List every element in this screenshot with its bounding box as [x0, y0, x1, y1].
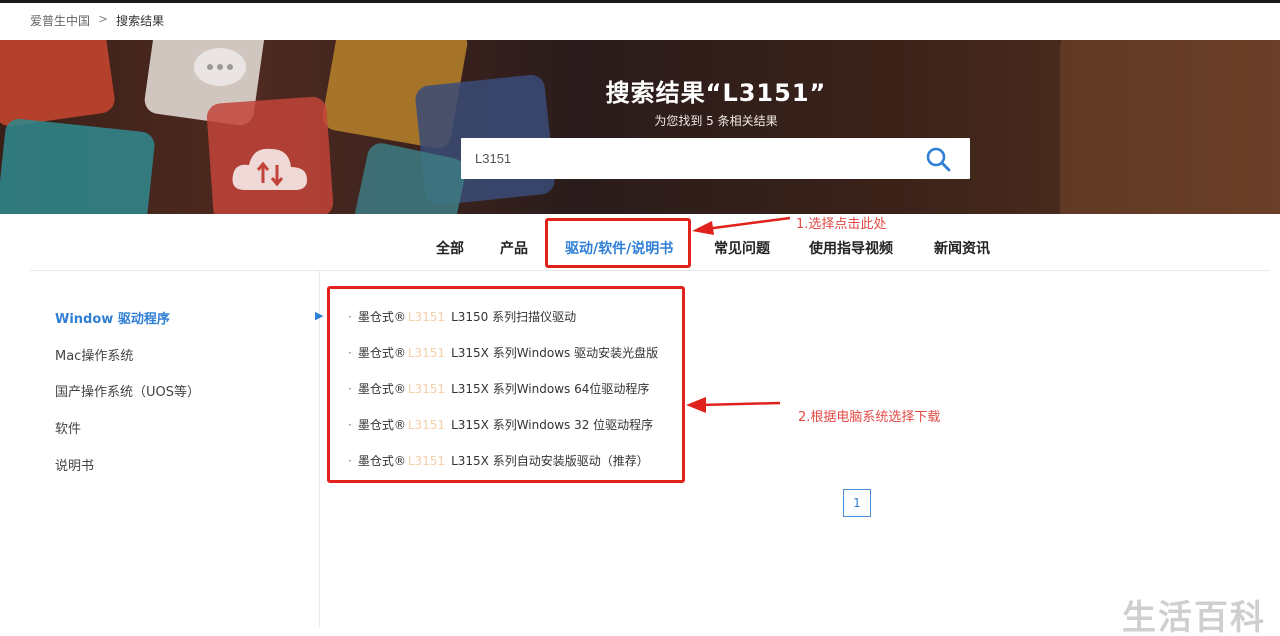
annotation-arrows [686, 216, 791, 413]
watermark: 生活百科 [1122, 598, 1266, 636]
annotation-step2: 2.根据电脑系统选择下载 [798, 410, 941, 425]
step1-arrow-icon [692, 216, 791, 235]
pagination-page-1[interactable]: 1 [843, 489, 871, 517]
step2-arrow-icon [686, 397, 781, 413]
annotation-step1: 1.选择点击此处 [796, 217, 887, 232]
